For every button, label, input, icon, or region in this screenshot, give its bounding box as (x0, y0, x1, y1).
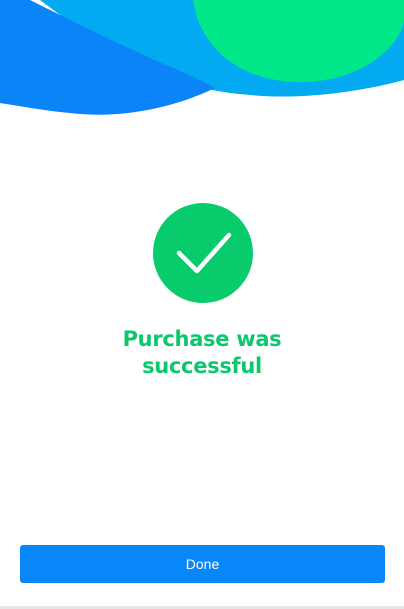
success-badge (153, 203, 253, 303)
done-button[interactable]: Done (20, 545, 385, 583)
header-wave-decoration (0, 0, 404, 115)
success-message: Purchase was successful (0, 326, 404, 380)
success-message-line1: Purchase was (122, 327, 282, 351)
success-message-line2: successful (142, 354, 262, 378)
checkmark-icon (176, 232, 232, 274)
purchase-success-screen: Purchase was successful Done (0, 0, 404, 609)
